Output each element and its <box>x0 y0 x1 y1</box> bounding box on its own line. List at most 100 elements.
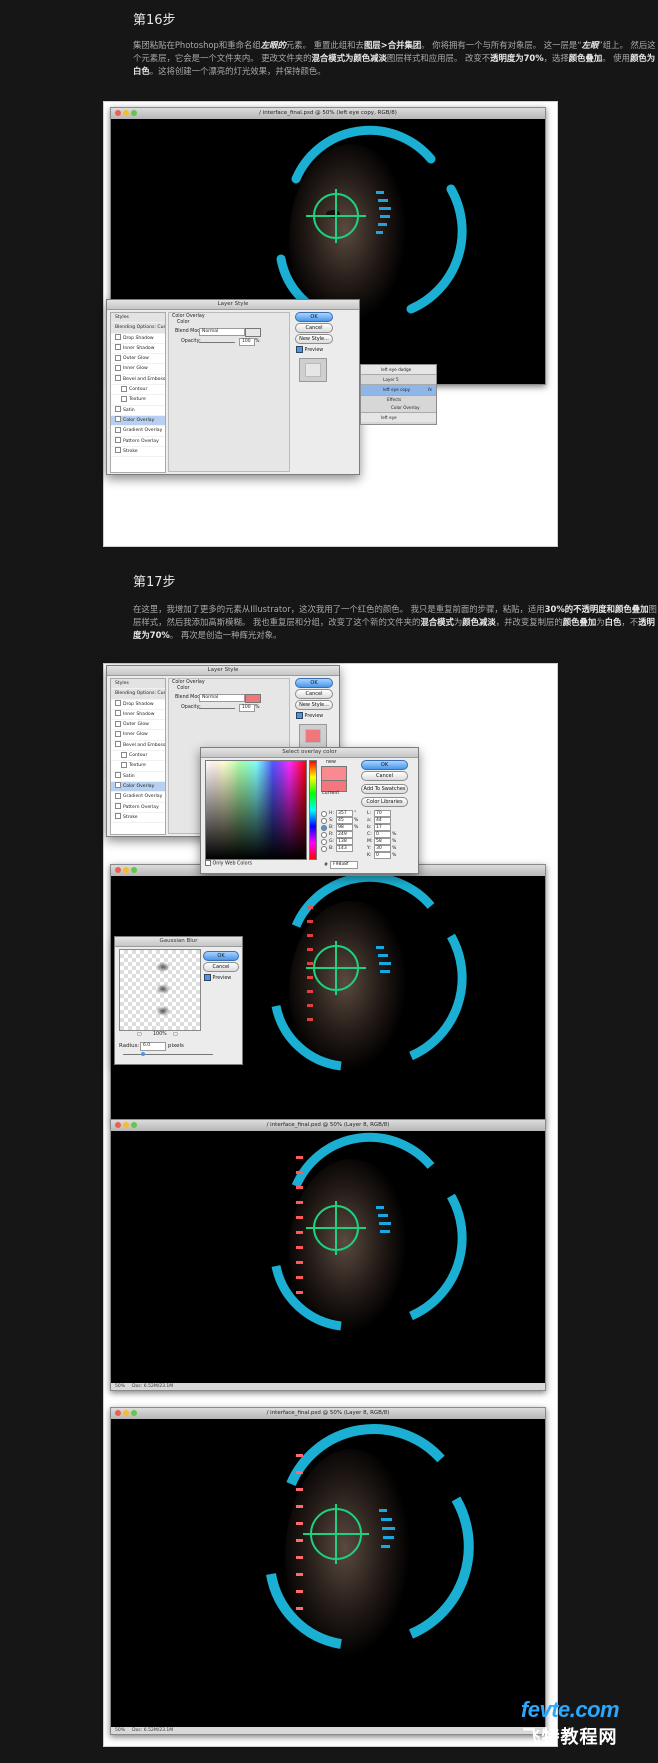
style-item[interactable]: Drop Shadow <box>111 700 165 710</box>
radius-field[interactable]: 6.0 <box>140 1042 166 1051</box>
style-item[interactable]: Drop Shadow <box>111 334 165 344</box>
layer-row[interactable]: Layer 5 <box>361 375 436 385</box>
overlay-color-swatch[interactable] <box>245 328 261 337</box>
style-item[interactable]: Stroke <box>111 813 165 824</box>
preview-checkbox[interactable]: Preview <box>204 974 231 981</box>
channel-field[interactable]: 58 <box>374 838 391 845</box>
cancel-button[interactable]: Cancel <box>203 962 239 972</box>
hue-slider[interactable] <box>309 760 317 860</box>
zoom-in-icon[interactable]: ▢ <box>173 1032 178 1037</box>
overlay-color-swatch[interactable] <box>245 694 261 703</box>
style-item[interactable]: Styles <box>111 679 165 690</box>
style-item[interactable]: Bevel and Emboss <box>111 375 165 386</box>
blur-preview[interactable] <box>119 949 201 1031</box>
mode-radio[interactable] <box>321 845 327 852</box>
style-item[interactable]: Satin <box>111 406 165 416</box>
style-item[interactable]: Pattern Overlay <box>111 437 165 447</box>
style-item[interactable]: Gradient Overlay <box>111 426 165 437</box>
preview-checkbox[interactable]: Preview <box>296 346 323 353</box>
opacity-field[interactable]: 100 <box>239 704 255 712</box>
window-title: / interface_final.psd @ 50% (Layer 8, RG… <box>266 1122 390 1128</box>
channel-field[interactable]: 44 <box>374 817 391 824</box>
percent-label: % <box>255 705 260 710</box>
preview-checkbox[interactable]: Preview <box>296 712 323 719</box>
mode-radio[interactable] <box>321 831 327 838</box>
channel-label: a: <box>367 818 372 823</box>
style-item[interactable]: Contour <box>111 385 165 396</box>
window-controls[interactable] <box>115 867 139 878</box>
channel-field[interactable]: 70 <box>374 810 391 817</box>
layer-row[interactable]: left eye dodge <box>361 365 436 375</box>
window-controls[interactable] <box>115 1410 139 1421</box>
mode-radio[interactable] <box>321 824 327 831</box>
style-item[interactable]: Styles <box>111 313 165 324</box>
channel-field[interactable]: 143 <box>336 845 353 852</box>
blend-mode-select[interactable]: Normal <box>199 328 245 336</box>
opacity-slider[interactable] <box>199 708 235 709</box>
style-item[interactable]: Inner Glow <box>111 730 165 741</box>
eye-artwork-canvas <box>111 1131 545 1383</box>
channel-field[interactable]: 249 <box>336 831 353 838</box>
channel-unit: ° <box>354 811 357 816</box>
emphasis-text: 左眼 <box>581 40 599 50</box>
style-item-selected[interactable]: Color Overlay <box>111 781 165 793</box>
layer-row[interactable]: left eye <box>361 413 436 422</box>
mode-radio[interactable] <box>321 810 327 817</box>
effect-row[interactable]: Color Overlay <box>361 404 436 413</box>
radius-slider-thumb[interactable] <box>141 1052 145 1056</box>
window-controls[interactable] <box>115 110 139 121</box>
style-item[interactable]: Contour <box>111 751 165 762</box>
only-web-colors-checkbox[interactable]: Only Web Colors <box>205 860 252 867</box>
style-item[interactable]: Stroke <box>111 447 165 458</box>
style-item[interactable]: Inner Glow <box>111 364 165 375</box>
channel-field[interactable]: 0 <box>374 852 391 859</box>
style-item[interactable]: Outer Glow <box>111 720 165 731</box>
style-item[interactable]: Gradient Overlay <box>111 792 165 803</box>
style-item-selected[interactable]: Color Overlay <box>111 415 165 427</box>
opacity-field[interactable]: 100 <box>239 338 255 346</box>
style-item[interactable]: Texture <box>111 395 165 406</box>
paragraph-text: 元素。 重置此组和去 <box>285 40 364 50</box>
style-item[interactable]: Satin <box>111 772 165 782</box>
channel-field[interactable]: 138 <box>336 838 353 845</box>
channel-field[interactable]: 17 <box>374 824 391 831</box>
style-item[interactable]: Outer Glow <box>111 354 165 365</box>
ok-button[interactable]: OK <box>203 951 239 961</box>
preview-label: Preview <box>304 348 324 353</box>
style-item[interactable]: Blending Options: Custom <box>111 689 165 700</box>
channel-field[interactable]: 30 <box>374 845 391 852</box>
channel-field[interactable]: 45 <box>336 817 353 824</box>
cancel-button[interactable]: Cancel <box>295 323 333 333</box>
channel-field[interactable]: 357 <box>336 810 353 817</box>
channel-field[interactable]: 98 <box>336 824 353 831</box>
style-item[interactable]: Blending Options: Custom <box>111 323 165 334</box>
window-controls[interactable] <box>115 1122 139 1133</box>
mode-radio[interactable] <box>321 817 327 824</box>
ok-button[interactable]: OK <box>295 678 333 688</box>
radius-slider[interactable] <box>123 1054 213 1055</box>
style-item[interactable]: Inner Shadow <box>111 344 165 355</box>
style-item[interactable]: Texture <box>111 761 165 772</box>
style-item[interactable]: Bevel and Emboss <box>111 741 165 752</box>
zoom-out-icon[interactable]: ▢ <box>137 1032 142 1037</box>
zoom-level[interactable]: 50% <box>115 1728 125 1733</box>
new-style-button[interactable]: New Style... <box>295 334 333 344</box>
cancel-button[interactable]: Cancel <box>361 771 408 781</box>
opacity-slider[interactable] <box>199 342 235 343</box>
layer-row-selected[interactable]: left eye copy fx <box>361 385 436 396</box>
style-item[interactable]: Inner Shadow <box>111 710 165 721</box>
style-item[interactable]: Pattern Overlay <box>111 803 165 813</box>
channel-field[interactable]: 0 <box>374 831 391 838</box>
new-style-button[interactable]: New Style... <box>295 700 333 710</box>
hex-field[interactable]: F98a8f <box>330 861 358 869</box>
zoom-level[interactable]: 50% <box>115 1384 125 1389</box>
ok-button[interactable]: OK <box>295 312 333 322</box>
color-libraries-button[interactable]: Color Libraries <box>361 797 408 807</box>
blend-mode-select[interactable]: Normal <box>199 694 245 702</box>
color-field[interactable] <box>205 760 307 860</box>
add-to-swatches-button[interactable]: Add To Swatches <box>361 784 408 794</box>
ok-button[interactable]: OK <box>361 760 408 770</box>
cancel-button[interactable]: Cancel <box>295 689 333 699</box>
dialog-title: Layer Style <box>107 666 339 676</box>
mode-radio[interactable] <box>321 838 327 845</box>
